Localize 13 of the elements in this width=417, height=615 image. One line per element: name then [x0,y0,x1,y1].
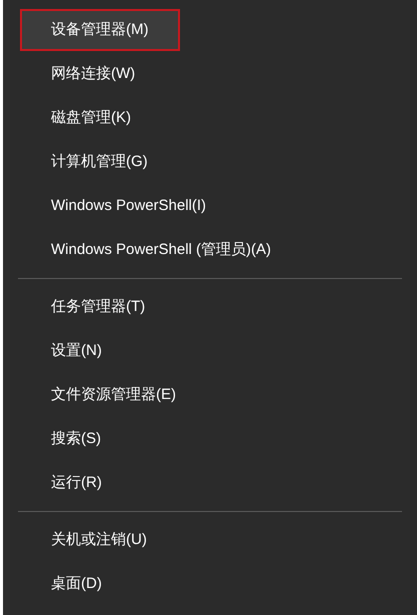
menu-item[interactable]: 设备管理器(M) [20,9,180,51]
menu-item[interactable]: 网络连接(W) [20,53,166,95]
menu-item[interactable]: 计算机管理(G) [20,141,179,183]
menu-item[interactable]: Windows PowerShell(I) [20,185,238,227]
menu-item[interactable]: 运行(R) [20,462,133,504]
menu-item[interactable]: Windows PowerShell (管理员)(A) [20,229,302,271]
menu-item[interactable]: 磁盘管理(K) [20,97,162,139]
menu-item[interactable]: 桌面(D) [20,563,133,605]
menu-item[interactable]: 搜索(S) [20,418,132,460]
menu-item[interactable]: 文件资源管理器(E) [20,374,207,416]
menu-item[interactable]: 任务管理器(T) [20,286,176,328]
menu-item[interactable]: 设置(N) [20,330,133,372]
menu-item[interactable]: 关机或注销(U) [20,519,178,561]
